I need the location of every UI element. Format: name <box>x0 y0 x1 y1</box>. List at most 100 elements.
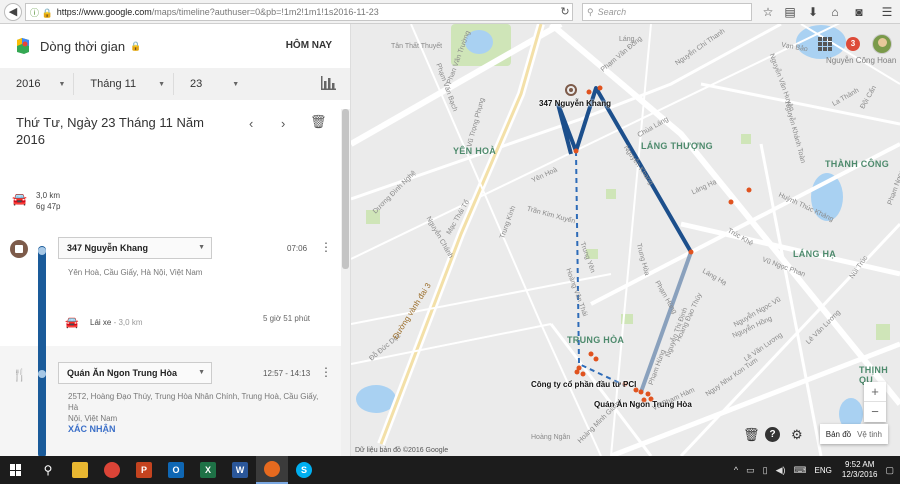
user-name-label: Nguyễn Công Hoan <box>826 56 897 65</box>
area-label: LÁNG HẠ <box>793 249 837 259</box>
delete-day-icon[interactable]: 🗑 <box>310 114 327 130</box>
browser-search-input[interactable]: ⚲ Search <box>582 3 752 21</box>
notification-badge[interactable]: 3 <box>846 37 860 51</box>
map-canvas[interactable]: YÊN HOÀ LÁNG THƯỢNG THÀNH CÔNG LÁNG HẠ T… <box>351 24 900 456</box>
language-indicator[interactable]: ENG <box>815 466 832 475</box>
outlook-icon[interactable]: O <box>160 456 192 484</box>
summary-duration: 6g 47p <box>36 202 61 211</box>
action-center-icon[interactable]: ▢ <box>885 465 894 476</box>
map-attribution: Dữ liệu bản đồ ©2016 Google <box>355 447 449 454</box>
search-icon[interactable]: ⚲ <box>32 456 64 484</box>
reading-list-icon[interactable]: ▤ <box>781 3 799 21</box>
maptype-map-button[interactable]: Bản đồ <box>826 430 851 439</box>
stop-2-select[interactable]: Quán Ăn Ngon Trung Hòa ▼ <box>58 362 212 384</box>
bar-chart-icon[interactable] <box>320 76 336 90</box>
clock[interactable]: 9:52 AM 12/3/2016 <box>842 460 878 480</box>
pocket-icon[interactable]: ◙ <box>850 3 868 21</box>
firefox-icon[interactable] <box>256 456 288 484</box>
zoom-control: + − <box>864 382 886 422</box>
skype-icon[interactable]: S <box>288 456 320 484</box>
bookmark-star-icon[interactable]: ☆ <box>759 3 777 21</box>
year-select[interactable]: 2016 ▼ <box>0 73 75 95</box>
apps-grid-icon[interactable] <box>818 37 832 51</box>
info-icon[interactable]: ⓘ 🔒 <box>30 6 53 19</box>
chevron-down-icon: ▼ <box>198 244 205 251</box>
home-icon[interactable]: ⌂ <box>826 3 844 21</box>
drive-segment-label[interactable]: Lái xe - 3,0 km <box>90 318 143 327</box>
zoom-out-button[interactable]: − <box>864 402 886 422</box>
street-label: Láng <box>619 36 635 43</box>
scrollbar-thumb[interactable] <box>342 109 349 269</box>
powerpoint-icon[interactable]: P <box>128 456 160 484</box>
restaurant-icon: 🍴 <box>12 368 27 382</box>
stop-1-address: Yên Hoà, Cầu Giấy, Hà Nội, Việt Nam <box>68 268 203 277</box>
prev-day-icon[interactable]: ‹ <box>249 116 253 131</box>
trash-icon[interactable]: 🗑 <box>743 427 760 443</box>
stop-1-name: 347 Nguyễn Khang <box>67 243 149 253</box>
search-icon: ⚲ <box>587 6 594 17</box>
excel-icon[interactable]: X <box>192 456 224 484</box>
street-label: Tân Thất Thuyết <box>391 43 443 50</box>
settings-gear-icon[interactable]: ⚙ <box>791 427 803 443</box>
stop-2-address: 25T2, Hoàng Đạo Thúy, Trung Hòa Nhân Chí… <box>68 391 328 424</box>
stop-2-address-line1: 25T2, Hoàng Đạo Thúy, Trung Hòa Nhân Chí… <box>68 392 319 412</box>
menu-icon[interactable]: ☰ <box>878 3 896 21</box>
file-explorer-icon[interactable] <box>64 456 96 484</box>
next-day-icon[interactable]: › <box>281 116 285 131</box>
map-drawing <box>351 24 900 456</box>
reload-icon[interactable]: ↻ <box>556 3 574 21</box>
timeline-dot <box>38 247 46 255</box>
place-label[interactable]: Công ty cổ phần đầu tư PCI <box>531 380 636 389</box>
sidebar-title: Dòng thời gian <box>40 38 126 54</box>
lock-icon: 🔒 <box>130 40 142 51</box>
drive-distance: 3,0 km <box>118 318 143 327</box>
area-label: YÊN HOÀ <box>453 146 497 156</box>
more-vert-icon[interactable]: ⋮ <box>320 241 332 253</box>
stop-2-time: 12:57 - 14:13 <box>263 369 311 378</box>
url-path: /maps/timeline?authuser=0&pb=!1m2!1m1!1s… <box>151 7 379 17</box>
stop-2-address-line2: Nội, Việt Nam <box>68 414 118 423</box>
windows-logo-icon <box>10 464 22 476</box>
more-vert-icon[interactable]: ⋮ <box>320 366 332 378</box>
year-value: 2016 <box>16 78 41 90</box>
map-type-toggle: Bản đồ Vệ tinh <box>819 424 888 444</box>
timeline-sidebar: Dòng thời gian 🔒 HÔM NAY 2016 ▼ Tháng 11 ▼… <box>0 24 351 456</box>
map-account-bar: 3 <box>818 34 892 54</box>
sidebar-scrollbar[interactable] <box>341 109 350 456</box>
today-button[interactable]: HÔM NAY <box>286 40 332 51</box>
chevron-up-icon[interactable]: ^ <box>734 465 738 475</box>
place-label[interactable]: 347 Nguyễn Khang <box>539 99 611 108</box>
drive-car-icon: 🚘 <box>65 317 79 329</box>
help-icon[interactable]: ? <box>765 427 780 442</box>
battery-icon[interactable]: ▯ <box>763 465 768 476</box>
stop-1-time: 07:06 <box>287 244 308 253</box>
windows-taskbar: ⚲ P O X W S ^ ▭ ▯ ◀) ⌨ ENG 9:52 AM 12/3/… <box>0 456 900 484</box>
maptype-satellite-button[interactable]: Vệ tinh <box>857 430 882 439</box>
zoom-in-button[interactable]: + <box>864 382 886 402</box>
url-bar[interactable]: ⓘ 🔒 https://www.google.com /maps/timelin… <box>25 3 573 21</box>
drive-duration: 5 giờ 51 phút <box>262 314 310 323</box>
clock-time: 9:52 AM <box>845 460 875 469</box>
month-select[interactable]: Tháng 11 ▼ <box>74 73 175 95</box>
day-value: 23 <box>190 78 203 90</box>
download-icon[interactable]: ⬇ <box>804 3 822 21</box>
back-button[interactable]: ◀ <box>4 2 22 21</box>
area-label: TRUNG HÒA <box>567 335 625 345</box>
street-label: Hoàng Ngân <box>531 434 571 441</box>
car-icon: 🚘 <box>12 192 27 206</box>
start-button[interactable] <box>0 456 32 484</box>
network-icon[interactable]: ▭ <box>746 465 755 476</box>
stop-1-select[interactable]: 347 Nguyễn Khang ▼ <box>58 237 212 259</box>
chrome-icon[interactable] <box>96 456 128 484</box>
sidebar-header: Dòng thời gian 🔒 HÔM NAY <box>0 24 350 68</box>
home-stop-icon <box>10 240 28 258</box>
confirm-link[interactable]: XÁC NHẬN <box>68 424 116 434</box>
day-select[interactable]: 23 ▼ <box>174 73 247 95</box>
word-icon[interactable]: W <box>224 456 256 484</box>
avatar[interactable] <box>872 34 892 54</box>
volume-icon[interactable]: ◀) <box>776 465 786 476</box>
month-value: Tháng 11 <box>90 78 137 90</box>
day-summary: 3,0 km 6g 47p <box>36 190 60 212</box>
chevron-down-icon: ▼ <box>232 80 240 88</box>
keyboard-icon[interactable]: ⌨ <box>794 465 807 476</box>
